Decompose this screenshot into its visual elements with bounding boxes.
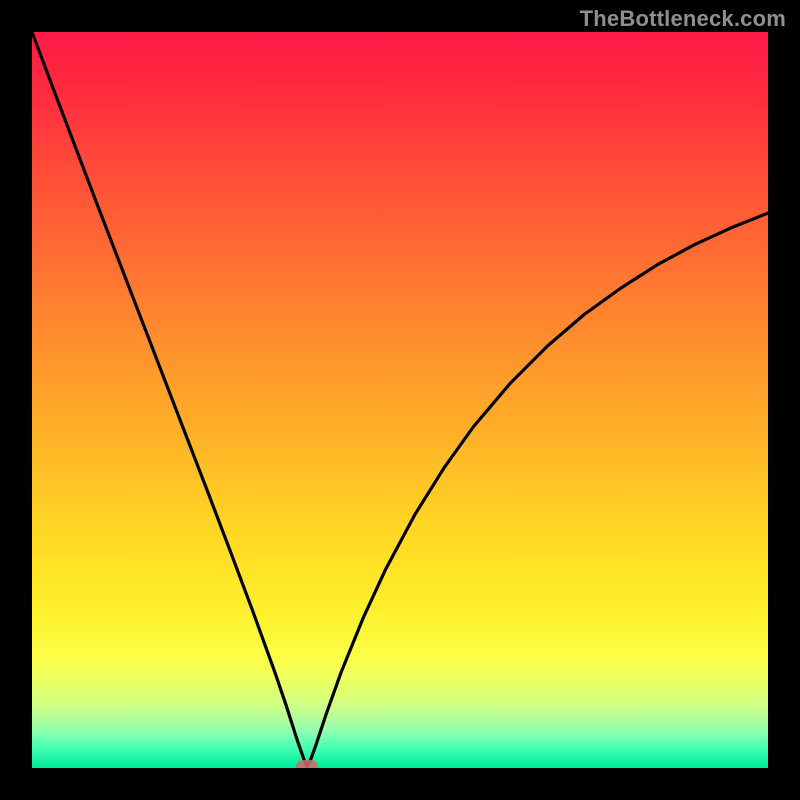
watermark-text: TheBottleneck.com bbox=[580, 6, 786, 32]
optimal-point-marker bbox=[296, 760, 318, 768]
bottleneck-curve bbox=[32, 32, 768, 768]
plot-area bbox=[32, 32, 768, 768]
outer-frame: TheBottleneck.com bbox=[0, 0, 800, 800]
